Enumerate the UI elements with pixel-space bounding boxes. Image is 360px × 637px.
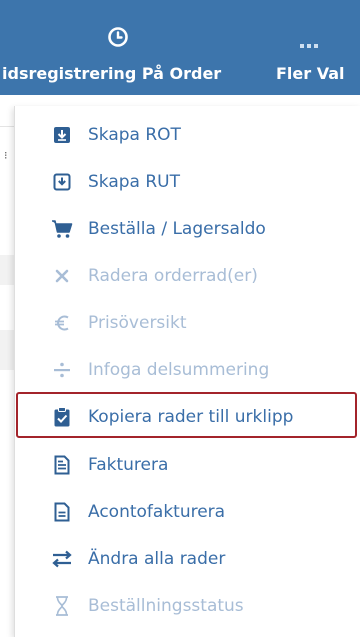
more-options-button[interactable]: Fler Val (262, 0, 360, 95)
more-options-label: Fler Val (276, 64, 345, 83)
menu-item-label: Radera orderrad(er) (88, 266, 258, 286)
top-toolbar: idsregistrering På Order Fler Val (0, 0, 360, 95)
background-row (0, 330, 14, 370)
clipboard-check-icon (51, 405, 73, 429)
menu-item-bestallningsstatus[interactable]: Beställningsstatus (15, 583, 360, 629)
background-fragment: ⁝ (4, 149, 8, 162)
menu-item-label: Fakturera (88, 455, 169, 475)
menu-item-label: Ändra alla rader (88, 549, 226, 569)
more-options-menu: Skapa ROT Skapa RUT Beställa / Lagersald… (14, 106, 360, 637)
time-registration-label: idsregistrering På Order (2, 64, 222, 83)
menu-item-label: Beställa / Lagersaldo (88, 219, 266, 239)
menu-item-label: Skapa RUT (88, 172, 181, 192)
menu-item-skapa-rut[interactable]: Skapa RUT (15, 159, 360, 205)
hourglass-icon (51, 594, 73, 618)
menu-item-acontofakturera[interactable]: Acontofakturera (15, 489, 360, 535)
menu-item-label: Infoga delsummering (88, 360, 270, 380)
menu-item-skapa-rot[interactable]: Skapa ROT (15, 112, 360, 158)
menu-item-label: Kopiera rader till urklipp (88, 407, 294, 427)
menu-item-label: Acontofakturera (88, 502, 226, 522)
cart-icon (51, 217, 73, 241)
close-icon (51, 264, 73, 288)
menu-item-fakturera[interactable]: Fakturera (15, 442, 360, 488)
menu-item-infoga-delsummering[interactable]: Infoga delsummering (15, 347, 360, 393)
menu-item-andra-alla-rader[interactable]: Ändra alla rader (15, 536, 360, 582)
menu-item-label: Prisöversikt (88, 313, 187, 333)
menu-item-label: Skapa ROT (88, 125, 181, 145)
menu-item-radera-orderrader[interactable]: Radera orderrad(er) (15, 253, 360, 299)
download-box-outline-icon (51, 170, 73, 194)
menu-item-label: Beställningsstatus (88, 596, 244, 616)
download-box-icon (51, 123, 73, 147)
page: idsregistrering På Order Fler Val ⁝ Skap… (0, 0, 360, 637)
file-icon (51, 500, 73, 524)
clock-icon (107, 26, 129, 52)
background-row (0, 255, 14, 285)
exchange-arrows-icon (51, 547, 73, 571)
divide-icon (51, 358, 73, 382)
menu-item-prisoversikt[interactable]: Prisöversikt (15, 300, 360, 346)
time-registration-button[interactable]: idsregistrering På Order (0, 0, 250, 95)
menu-item-bestalla-lagersaldo[interactable]: Beställa / Lagersaldo (15, 206, 360, 252)
ellipsis-icon (300, 34, 318, 53)
menu-item-kopiera-rader[interactable]: Kopiera rader till urklipp (15, 394, 360, 440)
euro-icon (51, 311, 73, 335)
invoice-icon (51, 453, 73, 477)
